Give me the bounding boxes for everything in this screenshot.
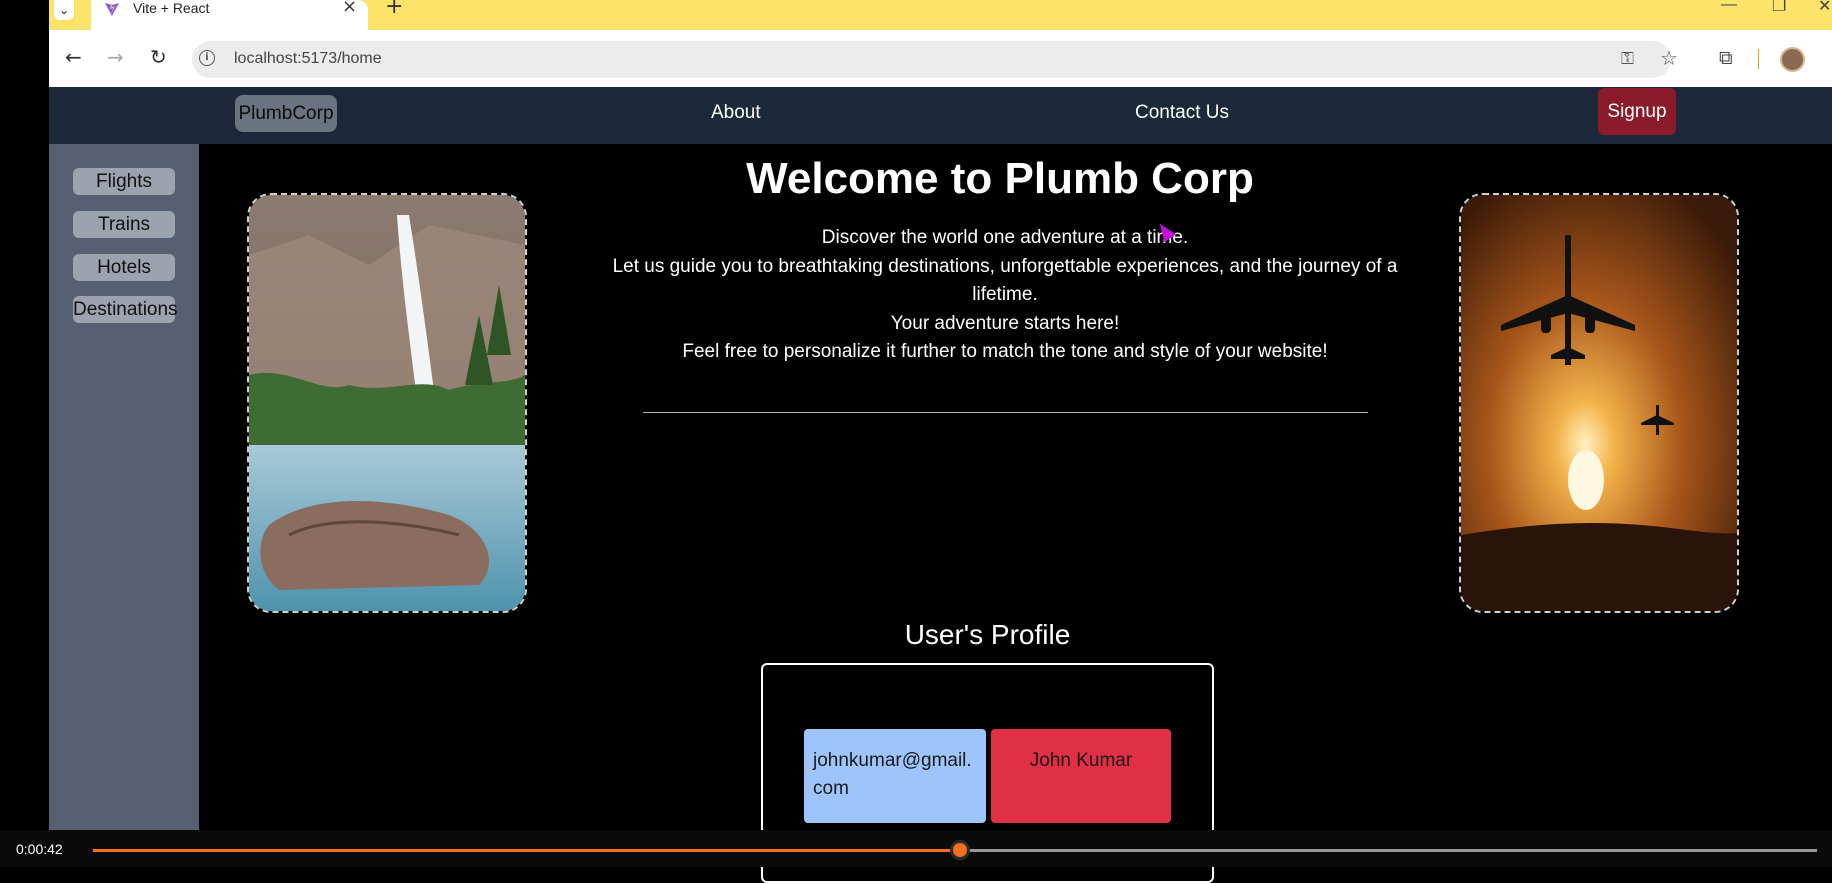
bookmark-star-icon[interactable]: ☆ — [1660, 46, 1678, 70]
chevron-down-icon: ⌄ — [58, 3, 70, 17]
welcome-description: Discover the world one adventure at a ti… — [610, 224, 1400, 367]
signup-button[interactable]: Signup — [1598, 88, 1676, 135]
profile-name: John Kumar — [991, 729, 1171, 823]
sidebar-item-trains[interactable]: Trains — [73, 211, 175, 238]
section-divider — [643, 412, 1368, 413]
password-key-icon[interactable]: ⚿ — [1621, 49, 1634, 69]
sidebar-item-hotels[interactable]: Hotels — [73, 254, 175, 281]
profile-title: User's Profile — [904, 619, 1071, 650]
video-timestamp: 0:00:42 — [16, 841, 63, 857]
vite-favicon-icon — [105, 2, 119, 16]
description-line: Discover the world one adventure at a ti… — [821, 227, 1189, 248]
brand-button[interactable]: PlumbCorp — [235, 95, 337, 132]
sidebar-item-destinations[interactable]: Destinations — [73, 296, 178, 323]
forward-icon[interactable]: → — [107, 45, 124, 69]
description-line: Your adventure starts here! — [890, 312, 1120, 334]
profile-email: johnkumar@gmail.com — [804, 729, 986, 823]
video-seek-handle[interactable] — [950, 840, 970, 860]
minimize-icon[interactable]: — — [1721, 0, 1737, 14]
video-seek-progress — [93, 849, 960, 852]
page-heading: Welcome to Plumb Corp — [746, 154, 1254, 203]
airplane-sunset-image — [1459, 193, 1739, 613]
reload-icon[interactable]: ↻ — [150, 45, 167, 69]
nav-link-contact[interactable]: Contact Us — [1135, 101, 1229, 125]
airplane-illustration — [1461, 195, 1737, 611]
close-window-icon[interactable]: ✕ — [1818, 0, 1831, 16]
waterfall-illustration — [249, 195, 525, 611]
site-info-icon[interactable]: i — [199, 50, 215, 66]
tab-title: Vite + React — [133, 0, 210, 16]
toolbar-divider — [1758, 49, 1759, 69]
tab-close-icon[interactable]: × — [342, 0, 357, 17]
nav-link-about[interactable]: About — [711, 101, 761, 125]
profile-avatar[interactable] — [1780, 47, 1805, 72]
address-bar[interactable] — [192, 41, 1671, 78]
back-icon[interactable]: ← — [65, 45, 82, 69]
extensions-puzzle-icon[interactable]: ⧉ — [1719, 47, 1733, 69]
new-tab-icon[interactable]: + — [385, 0, 403, 19]
waterfall-image — [247, 193, 527, 613]
description-line: Let us guide you to breathtaking destina… — [612, 255, 1398, 306]
tab-search-button[interactable]: ⌄ — [54, 0, 74, 20]
sidebar-item-flights[interactable]: Flights — [73, 168, 175, 195]
description-line: Feel free to personalize it further to m… — [682, 341, 1328, 362]
address-bar-url[interactable]: localhost:5173/home — [234, 49, 382, 69]
sidebar — [49, 144, 199, 830]
restore-icon[interactable]: ❐ — [1772, 0, 1786, 16]
